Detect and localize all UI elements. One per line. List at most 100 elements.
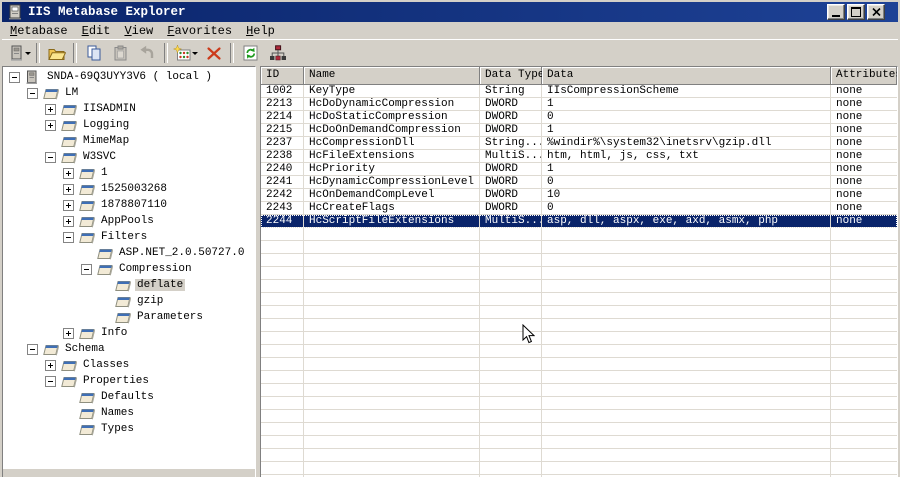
connect-dropdown-icon[interactable] — [24, 51, 31, 55]
delete-button[interactable] — [200, 42, 227, 64]
open-button[interactable] — [43, 42, 70, 64]
table-row-2213[interactable]: 2213 HcDoDynamicCompression DWORD 1 none — [261, 98, 897, 111]
close-button[interactable] — [867, 4, 885, 20]
new-key-button[interactable] — [171, 42, 200, 64]
column-header-data[interactable]: Data — [542, 67, 831, 85]
tree-item-iisadmin[interactable]: IISADMIN — [3, 101, 255, 117]
menu-help[interactable]: Help — [240, 23, 283, 39]
tree-item-label: 1 — [101, 167, 108, 179]
empty-row — [261, 241, 897, 254]
empty-cell — [261, 397, 304, 410]
tree-item-classes[interactable]: Classes — [3, 357, 255, 373]
table-row-2215[interactable]: 2215 HcDoOnDemandCompression DWORD 1 none — [261, 124, 897, 137]
expand-icon[interactable] — [63, 327, 74, 339]
tree-item-w3svc[interactable]: W3SVC — [3, 149, 255, 165]
table-row-2240[interactable]: 2240 HcPriority DWORD 1 none — [261, 163, 897, 176]
menu-favorites[interactable]: Favorites — [161, 23, 240, 39]
cell-name: HcCompressionDll — [304, 137, 480, 150]
empty-cell — [304, 332, 480, 345]
tree-item-schema[interactable]: Schema — [3, 341, 255, 357]
metabase-key-icon — [61, 375, 79, 388]
collapse-icon[interactable] — [27, 87, 38, 99]
tree-item-compression[interactable]: Compression — [3, 261, 255, 277]
tree-item-types[interactable]: Types — [3, 421, 255, 437]
cell-data-type: MultiS... — [480, 215, 542, 228]
column-header-name[interactable]: Name — [304, 67, 480, 85]
maximize-button[interactable] — [847, 4, 865, 20]
table-row-2214[interactable]: 2214 HcDoStaticCompression DWORD 0 none — [261, 111, 897, 124]
tree-item-parameters[interactable]: Parameters — [3, 309, 255, 325]
empty-cell — [831, 319, 897, 332]
tree-item-1525003268[interactable]: 1525003268 — [3, 181, 255, 197]
empty-row — [261, 397, 897, 410]
empty-cell — [542, 397, 831, 410]
tree-item-label: W3SVC — [83, 151, 117, 163]
tree-item-deflate[interactable]: deflate — [3, 277, 255, 293]
menu-view[interactable]: View — [118, 23, 161, 39]
metabase-key-icon — [61, 151, 79, 164]
refresh-button[interactable] — [237, 42, 264, 64]
empty-row — [261, 410, 897, 423]
tree-item-1[interactable]: 1 — [3, 165, 255, 181]
collapse-icon[interactable] — [63, 231, 74, 243]
tree-horizontal-scrollbar[interactable] — [3, 468, 255, 477]
empty-cell — [542, 384, 831, 397]
metabase-key-icon — [79, 327, 97, 340]
undo-button[interactable] — [134, 42, 161, 64]
empty-cell — [542, 293, 831, 306]
menu-metabase[interactable]: Metabase — [4, 23, 76, 39]
empty-cell — [542, 254, 831, 267]
collapse-icon[interactable] — [27, 343, 38, 355]
empty-cell — [261, 358, 304, 371]
expand-icon[interactable] — [45, 119, 56, 131]
tree-item-label: Logging — [83, 119, 130, 131]
empty-cell — [261, 332, 304, 345]
tree-item-filters[interactable]: Filters — [3, 229, 255, 245]
paste-button[interactable] — [107, 42, 134, 64]
tree-item-label: Filters — [101, 231, 148, 243]
expand-icon[interactable] — [63, 199, 74, 211]
empty-row — [261, 436, 897, 449]
table-row-2241[interactable]: 2241 HcDynamicCompressionLevel DWORD 0 none — [261, 176, 897, 189]
collapse-icon[interactable] — [9, 71, 20, 83]
tree-item-defaults[interactable]: Defaults — [3, 389, 255, 405]
collapse-icon[interactable] — [45, 151, 56, 163]
table-row-2237[interactable]: 2237 HcCompressionDll String... %windir%\sy… — [261, 137, 897, 150]
tree-item-properties[interactable]: Properties — [3, 373, 255, 389]
connect-button[interactable] — [6, 42, 33, 64]
empty-row — [261, 267, 897, 280]
tree-item-1878807110[interactable]: 1878807110 — [3, 197, 255, 213]
expand-icon[interactable] — [63, 167, 74, 179]
table-row-1002[interactable]: 1002 KeyType String IIsCompressionScheme non… — [261, 85, 897, 98]
column-header-data-type[interactable]: Data Type — [480, 67, 542, 85]
expand-icon[interactable] — [63, 183, 74, 195]
hierarchy-button[interactable] — [264, 42, 291, 64]
table-row-2243[interactable]: 2243 HcCreateFlags DWORD 0 none — [261, 202, 897, 215]
empty-cell — [542, 358, 831, 371]
column-header-id[interactable]: ID — [261, 67, 304, 85]
copy-button[interactable] — [80, 42, 107, 64]
table-row-2242[interactable]: 2242 HcOnDemandCompLevel DWORD 10 none — [261, 189, 897, 202]
menu-edit[interactable]: Edit — [76, 23, 119, 39]
tree-item-logging[interactable]: Logging — [3, 117, 255, 133]
collapse-icon[interactable] — [81, 263, 92, 275]
tree-item-info[interactable]: Info — [3, 325, 255, 341]
tree-item-gzip[interactable]: gzip — [3, 293, 255, 309]
tree-item-lm[interactable]: LM — [3, 85, 255, 101]
column-header-attributes[interactable]: Attributes — [831, 67, 897, 85]
expand-icon[interactable] — [63, 215, 74, 227]
expand-icon[interactable] — [45, 359, 56, 371]
collapse-icon[interactable] — [45, 375, 56, 387]
tree-item-apppools[interactable]: AppPools — [3, 213, 255, 229]
tree-item-asp-net-2-0-50727-0[interactable]: ASP.NET_2.0.50727.0 — [3, 245, 255, 261]
table-row-2238[interactable]: 2238 HcFileExtensions MultiS... htm, html, … — [261, 150, 897, 163]
minimize-button[interactable] — [827, 4, 845, 20]
tree: SNDA-69Q3UYY3V6 ( local ) LM IISADMIN Loggi… — [3, 67, 255, 437]
new-key-dropdown-icon[interactable] — [192, 51, 198, 55]
table-row-2244[interactable]: 2244 HcScriptFileExtensions MultiS... asp, … — [261, 215, 897, 228]
cell-id: 1002 — [261, 85, 304, 98]
tree-item-snda-69q3uyy3v6-local[interactable]: SNDA-69Q3UYY3V6 ( local ) — [3, 69, 255, 85]
tree-item-names[interactable]: Names — [3, 405, 255, 421]
tree-item-mimemap[interactable]: MimeMap — [3, 133, 255, 149]
expand-icon[interactable] — [45, 103, 56, 115]
